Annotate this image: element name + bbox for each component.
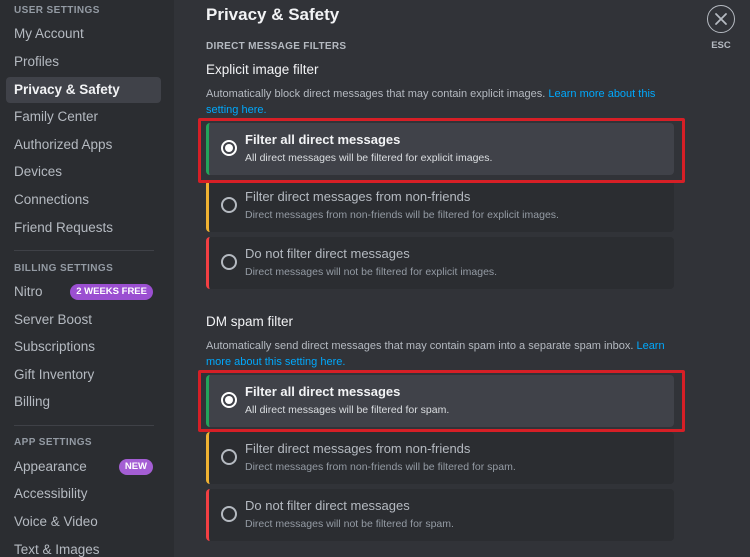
sidebar-item-label: Appearance (14, 459, 87, 474)
spam-option-do-not-filter[interactable]: Do not filter direct messages Direct mes… (206, 489, 674, 541)
option-title: Do not filter direct messages (245, 498, 410, 513)
radio-button[interactable] (221, 254, 237, 270)
option-description: All direct messages will be filtered for… (245, 404, 450, 416)
option-description: Direct messages from non-friends will be… (245, 209, 559, 221)
description-text: Automatically block direct messages that… (206, 88, 546, 100)
settings-content: Privacy & Safety ESC Direct Message Filt… (174, 0, 750, 557)
option-title: Filter all direct messages (245, 132, 401, 147)
sidebar-item-connections[interactable]: Connections (6, 187, 161, 213)
sidebar-item-label: Family Center (14, 109, 99, 124)
sidebar-item-server-boost[interactable]: Server Boost (6, 307, 161, 333)
new-badge: New (118, 459, 153, 475)
user-settings-header: User Settings (14, 5, 100, 16)
option-title: Filter direct messages from non-friends (245, 189, 471, 204)
sidebar-item-label: Server Boost (14, 312, 93, 327)
spam-filter-title: DM spam filter (206, 314, 294, 329)
settings-sidebar: User Settings My Account Profiles Privac… (0, 0, 174, 557)
sidebar-item-label: Authorized Apps (14, 137, 113, 152)
sidebar-item-billing[interactable]: Billing (6, 389, 161, 415)
sidebar-item-subscriptions[interactable]: Subscriptions (6, 334, 161, 360)
page-title: Privacy & Safety (206, 5, 340, 24)
sidebar-item-privacy-safety[interactable]: Privacy & Safety (6, 77, 161, 103)
sidebar-item-family-center[interactable]: Family Center (6, 104, 161, 130)
sidebar-item-label: Connections (14, 192, 90, 207)
sidebar-item-profiles[interactable]: Profiles (6, 49, 161, 75)
sidebar-item-label: Profiles (14, 54, 60, 69)
esc-label: ESC (711, 40, 731, 51)
sidebar-item-nitro[interactable]: Nitro 2 Weeks Free (6, 279, 161, 305)
sidebar-item-label: My Account (14, 26, 84, 41)
sidebar-item-my-account[interactable]: My Account (6, 21, 161, 47)
option-title: Filter all direct messages (245, 384, 401, 399)
sidebar-item-accessibility[interactable]: Accessibility (6, 481, 161, 507)
option-description: Direct messages from non-friends will be… (245, 461, 516, 473)
sidebar-item-label: Nitro (14, 284, 43, 299)
sidebar-item-authorized-apps[interactable]: Authorized Apps (6, 132, 161, 158)
sidebar-item-friend-requests[interactable]: Friend Requests (6, 215, 161, 241)
sidebar-item-voice-video[interactable]: Voice & Video (6, 509, 161, 535)
nitro-promo-badge: 2 Weeks Free (70, 284, 153, 300)
sidebar-item-label: Gift Inventory (14, 367, 95, 382)
spam-filter-description: Automatically send direct messages that … (206, 338, 666, 370)
sidebar-item-label: Voice & Video (14, 514, 98, 529)
app-settings-header: App Settings (14, 437, 92, 448)
explicit-filter-description: Automatically block direct messages that… (206, 86, 666, 118)
sidebar-divider (14, 250, 154, 251)
sidebar-item-label: Subscriptions (14, 339, 96, 354)
sidebar-divider (14, 425, 154, 426)
explicit-option-filter-all[interactable]: Filter all direct messages All direct me… (206, 123, 674, 175)
dm-filters-header: Direct Message Filters (206, 41, 347, 52)
sidebar-item-appearance[interactable]: Appearance New (6, 454, 161, 480)
sidebar-item-gift-inventory[interactable]: Gift Inventory (6, 362, 161, 388)
option-description: Direct messages will not be filtered for… (245, 266, 498, 278)
sidebar-item-label: Accessibility (14, 486, 88, 501)
radio-button[interactable] (221, 506, 237, 522)
spam-option-filter-all[interactable]: Filter all direct messages All direct me… (206, 375, 674, 427)
explicit-option-do-not-filter[interactable]: Do not filter direct messages Direct mes… (206, 237, 674, 289)
sidebar-item-label: Billing (14, 394, 51, 409)
sidebar-item-label: Text & Images (14, 542, 100, 557)
radio-button[interactable] (221, 197, 237, 213)
option-title: Filter direct messages from non-friends (245, 441, 471, 456)
close-icon (715, 13, 727, 25)
option-description: All direct messages will be filtered for… (245, 152, 493, 164)
explicit-option-non-friends[interactable]: Filter direct messages from non-friends … (206, 180, 674, 232)
sidebar-item-devices[interactable]: Devices (6, 159, 161, 185)
radio-button-selected[interactable] (221, 392, 237, 408)
sidebar-item-label: Privacy & Safety (14, 82, 120, 97)
radio-button-selected[interactable] (221, 140, 237, 156)
explicit-filter-title: Explicit image filter (206, 62, 319, 77)
billing-settings-header: Billing Settings (14, 263, 114, 274)
sidebar-item-label: Friend Requests (14, 220, 114, 235)
option-description: Direct messages will not be filtered for… (245, 518, 454, 530)
description-text: Automatically send direct messages that … (206, 340, 634, 352)
option-title: Do not filter direct messages (245, 246, 410, 261)
radio-button[interactable] (221, 449, 237, 465)
sidebar-item-text-images[interactable]: Text & Images (6, 537, 161, 557)
sidebar-item-label: Devices (14, 164, 63, 179)
spam-option-non-friends[interactable]: Filter direct messages from non-friends … (206, 432, 674, 484)
close-button[interactable] (707, 5, 735, 33)
